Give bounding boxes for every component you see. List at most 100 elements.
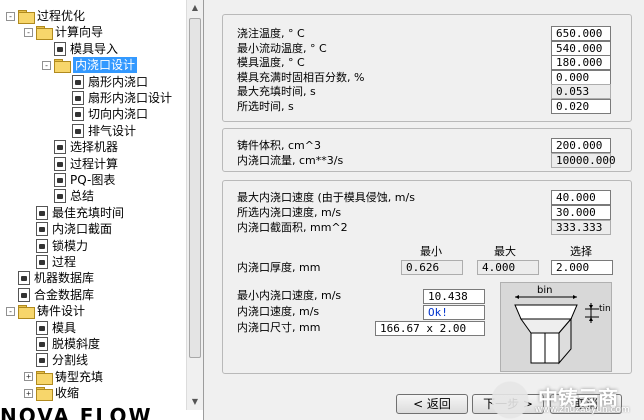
field-value[interactable]: 40.000 [551,190,611,205]
tree-item[interactable]: - 过程优化 [6,8,85,24]
thickness-max-field: 4.000 [477,260,539,275]
thickness-min-field: 0.626 [401,260,463,275]
document-icon [36,337,48,351]
document-icon [54,140,66,155]
tree-item-label: 排气设计 [88,123,137,138]
tree-item[interactable]: 合金数据库 [6,287,94,303]
tree-item-label: 模具导入 [70,41,119,56]
thickness-select-field[interactable]: 2.000 [551,260,613,275]
scroll-up-icon[interactable]: ▲ [187,0,203,16]
document-icon [36,255,48,269]
document-icon [54,189,66,204]
tree-item[interactable]: 分割线 [24,352,88,368]
field-value[interactable]: 200.000 [551,138,611,153]
tree-item[interactable]: 过程 [24,254,76,270]
field-value[interactable]: 180.000 [551,55,611,71]
tree-item-label: 过程计算 [70,156,119,171]
expand-icon[interactable]: + [24,372,33,382]
tree-item[interactable]: 切向内浇口 [60,106,148,122]
field-value[interactable]: 540.000 [551,40,611,56]
scroll-thumb[interactable] [189,18,201,358]
document-icon [72,123,84,138]
document-icon [54,173,66,187]
tree-item[interactable]: 模具导入 [42,41,118,57]
bin-label: bin [537,285,552,296]
tree-item[interactable]: 脱模斜度 [24,336,100,352]
tree-item[interactable]: - 计算向导 [24,24,104,41]
tree-item[interactable]: - 内浇口设计 [42,57,138,74]
tree-item-label: 合金数据库 [34,287,95,302]
gate-diagram: bin tin [500,282,612,372]
tree-item[interactable]: 扇形内浇口 [60,74,148,90]
app-logo-text: NOVA FLOW [0,404,153,420]
document-icon [36,222,48,237]
field-label: 模具充满时固相百分数, % [237,70,365,84]
tree-item-label: 总结 [70,189,95,204]
document-icon [72,91,84,105]
field-value[interactable]: 30.000 [551,205,611,220]
collapse-icon[interactable]: - [6,306,15,316]
collapse-icon[interactable]: - [6,11,15,21]
tree-item[interactable]: 总结 [42,188,94,204]
field-value[interactable]: 0.000 [551,69,611,85]
tree-item-label: 过程优化 [37,9,86,23]
tree-item-label: 过程 [52,255,77,269]
tree-item-label: 内浇口设计 [73,57,138,74]
tree-item[interactable]: + 收缩 [24,385,80,402]
header-select: 选择 [570,245,592,258]
watermark-url: www.zhuzaoyun.com [535,405,630,415]
tree-item[interactable]: 锁模力 [24,238,88,254]
tree-item-label: 脱模斜度 [52,337,101,351]
tree-item-label: 机器数据库 [34,271,95,286]
field-label: 内浇口流量, cm**3/s [237,154,344,167]
document-icon [72,74,84,89]
gate-size-label: 内浇口尺寸, mm [237,321,321,334]
gate-velocity-label: 内浇口速度, m/s [237,305,320,318]
collapse-icon[interactable]: - [24,27,33,37]
tree-item-label: 铸型充填 [55,369,104,384]
tree-item[interactable]: 排气设计 [60,123,136,139]
tree-item[interactable]: 机器数据库 [6,270,94,286]
field-value: 0.053 [551,84,611,100]
field-label: 最小流动温度, ° C [237,41,327,55]
tree-item-label: 锁模力 [52,238,89,253]
tree-item[interactable]: + 铸型充填 [24,369,103,385]
field-label: 铸件体积, cm^3 [237,139,321,152]
back-button[interactable]: < 返回 [396,394,468,414]
collapse-icon[interactable]: - [42,60,51,70]
tin-label: tin [599,304,611,314]
tree-item[interactable]: 最佳充填时间 [24,205,124,221]
field-label: 内浇口截面积, mm^2 [237,221,348,234]
gate-diagram-svg: bin tin [514,285,611,365]
document-icon [72,107,84,122]
document-icon [36,238,48,253]
tree-scrollbar[interactable]: ▲ ▼ [186,0,203,410]
document-icon [36,353,48,368]
field-value[interactable]: 650.000 [551,26,611,41]
folder-icon [54,59,71,74]
tree-item-label: 分割线 [52,353,89,368]
document-icon [18,287,30,302]
tree-item-label: 收缩 [55,386,80,401]
tree-item-label: 铸件设计 [37,304,86,319]
tree-item[interactable]: PQ-图表 [42,172,115,188]
document-icon [54,41,66,56]
document-icon [18,271,30,286]
thickness-label: 内浇口厚度, mm [237,261,321,274]
tree-item[interactable]: 内浇口截面 [24,221,112,237]
field-value: 10000.000 [551,153,616,168]
tree-item[interactable]: 过程计算 [42,156,118,172]
field-value[interactable]: 0.020 [551,99,611,114]
gate-size-field: 166.67 x 2.00 [375,321,485,336]
tree-item[interactable]: 扇形内浇口设计 [60,90,172,106]
field-label: 浇注温度, ° C [237,27,305,40]
tree-item-label: 计算向导 [55,25,104,40]
document-icon [54,156,66,171]
tree-item[interactable]: 选择机器 [42,139,118,155]
field-label: 最大充填时间, s [237,85,316,99]
tree-item-label: 选择机器 [70,140,119,155]
tree-item[interactable]: 模具 [24,320,76,336]
scroll-down-icon[interactable]: ▼ [187,394,203,410]
tree-item[interactable]: - 铸件设计 [6,303,86,320]
expand-icon[interactable]: + [24,388,33,398]
